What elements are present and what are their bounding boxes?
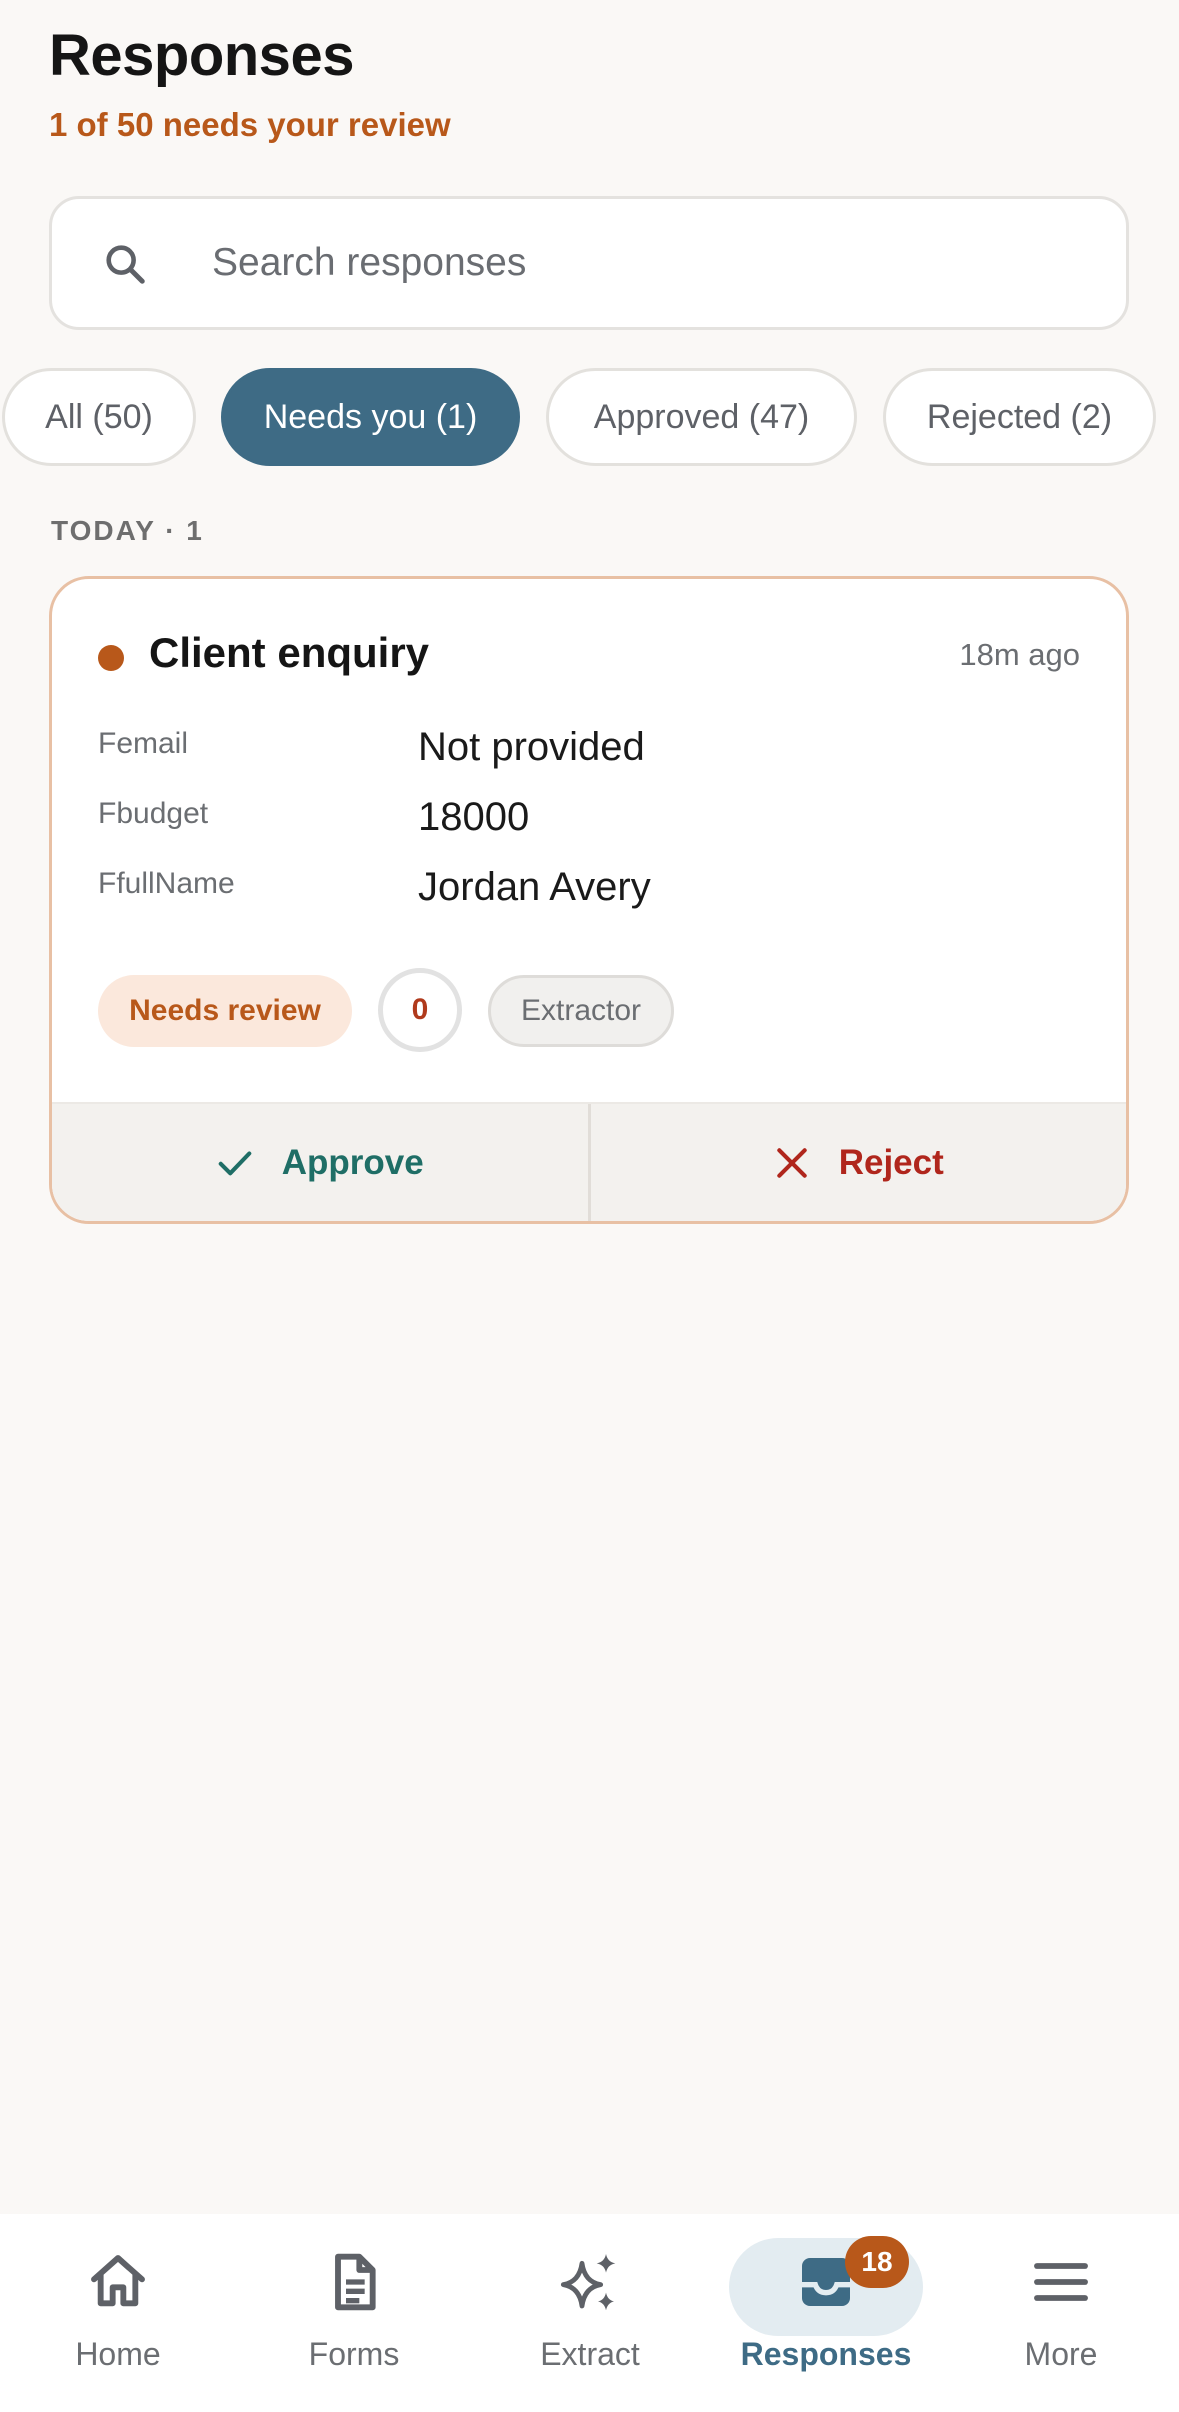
source-badge: Extractor (488, 975, 674, 1047)
status-dot (98, 645, 124, 671)
tab-extract[interactable]: Extract (472, 2214, 708, 2412)
field-value-fullname: Jordan Avery (418, 865, 651, 909)
filter-chips: All (50) Needs you (1) Approved (47) Rej… (0, 368, 1179, 466)
tab-home-label: Home (75, 2336, 161, 2372)
approve-label: Approve (281, 1142, 424, 1182)
reject-button[interactable]: Reject (591, 1104, 1127, 1221)
check-icon (218, 1150, 252, 1175)
menu-icon (1034, 2263, 1088, 2301)
search-placeholder: Search responses (212, 241, 527, 284)
tab-more[interactable]: More (943, 2214, 1179, 2412)
response-card[interactable]: Client enquiry 18m ago Femail Not provid… (49, 576, 1129, 1224)
filter-chip-all[interactable]: All (50) (2, 368, 196, 466)
field-label-budget: Fbudget (98, 797, 209, 830)
search-icon (106, 245, 145, 284)
count-badge: 0 (378, 968, 462, 1052)
response-timestamp: 18m ago (959, 637, 1080, 672)
field-label-fullname: FfullName (98, 867, 235, 900)
review-summary: 1 of 50 needs your review (49, 106, 451, 143)
tab-responses[interactable]: 18 Responses (708, 2214, 944, 2412)
section-header: TODAY · 1 (51, 515, 204, 546)
response-title: Client enquiry (149, 629, 430, 676)
search-input[interactable]: Search responses (49, 196, 1129, 330)
field-value-budget: 18000 (418, 795, 530, 839)
notification-badge: 18 (845, 2236, 909, 2288)
filter-chip-approved[interactable]: Approved (47) (546, 368, 857, 466)
card-actions: Approve Reject (52, 1102, 1126, 1221)
page-title: Responses (49, 23, 354, 88)
home-icon (91, 2255, 145, 2307)
document-icon (335, 2253, 376, 2311)
bottom-tab-bar: Home Forms Extract 18 Responses More (0, 2214, 1179, 2412)
responses-screen: Responses 1 of 50 needs your review Sear… (0, 0, 1179, 2412)
reject-label: Reject (838, 1142, 944, 1182)
approve-button[interactable]: Approve (52, 1104, 591, 1221)
filter-chip-needs-you[interactable]: Needs you (1) (221, 368, 520, 466)
tab-responses-label: Responses (740, 2336, 912, 2372)
status-badge: Needs review (98, 975, 352, 1047)
close-icon (776, 1147, 807, 1178)
tab-more-label: More (1024, 2336, 1098, 2372)
field-value-email: Not provided (418, 725, 645, 769)
tab-forms[interactable]: Forms (236, 2214, 472, 2412)
tab-extract-label: Extract (540, 2336, 640, 2372)
filter-chip-rejected[interactable]: Rejected (2) (883, 368, 1156, 466)
tab-forms-label: Forms (308, 2336, 400, 2372)
sparkle-icon (560, 2254, 616, 2311)
tab-home[interactable]: Home (0, 2214, 236, 2412)
field-label-email: Femail (98, 727, 189, 760)
